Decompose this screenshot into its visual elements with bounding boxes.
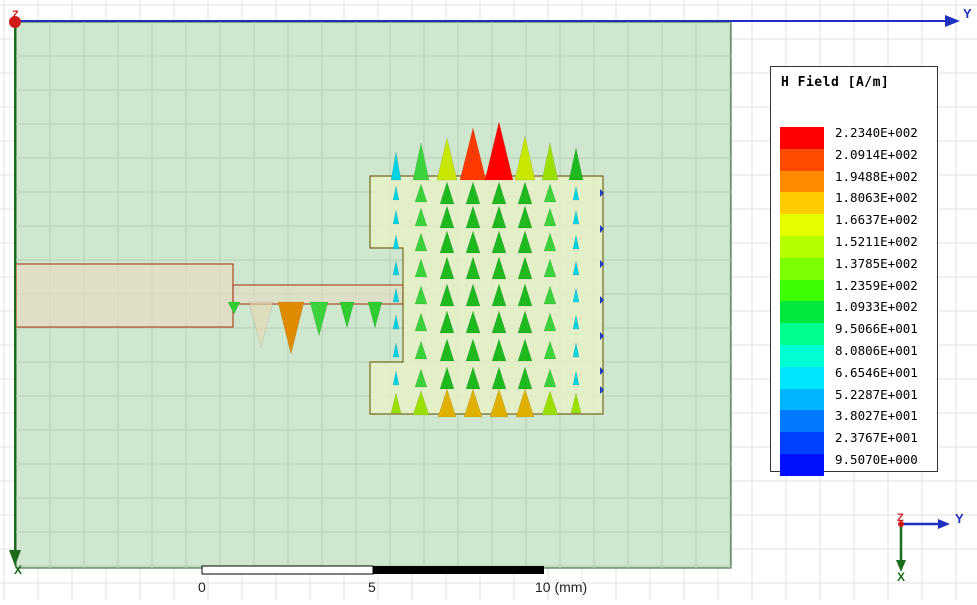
scale-label-0: 0 <box>198 579 206 595</box>
z-axis-label: Z <box>12 9 19 21</box>
legend-swatch <box>780 454 824 476</box>
legend-swatch <box>780 323 824 346</box>
y-axis-label: Y <box>963 6 972 21</box>
legend-swatch <box>780 236 824 258</box>
color-legend: H Field [A/m] 2.2340E+002 2.0914E+002 1.94… <box>770 66 938 476</box>
legend-title: H Field [A/m] <box>781 75 890 90</box>
legend-swatch <box>780 366 824 389</box>
legend-swatch <box>780 170 824 193</box>
legend-value-label: 9.5070E+000 <box>835 452 918 467</box>
feedline-narrow <box>232 284 404 305</box>
legend-swatch <box>780 214 824 237</box>
scale-bar-white <box>201 565 374 575</box>
legend-swatch <box>780 257 824 280</box>
legend-swatch <box>780 192 824 215</box>
legend-value-label: 1.2359E+002 <box>835 277 918 293</box>
legend-value-label: 3.8027E+001 <box>835 408 918 424</box>
legend-swatch <box>780 279 824 302</box>
triad-x-label: X <box>897 570 905 584</box>
legend-swatch <box>780 148 824 171</box>
field-plot-viewport[interactable]: Y X Z Y X Z 0 5 10 (mm) H Field [A/m] 2.… <box>0 0 977 600</box>
legend-value-label: 1.3785E+002 <box>835 255 918 271</box>
legend-swatch <box>780 345 824 367</box>
y-axis-arrowhead <box>945 15 960 27</box>
legend-swatch <box>780 410 824 433</box>
triad-y-label: Y <box>955 511 964 526</box>
feedline-wide <box>15 263 234 328</box>
legend-value-label: 6.6546E+001 <box>835 364 918 380</box>
legend-value-label: 1.0933E+002 <box>835 299 918 315</box>
legend-value-label: 1.6637E+002 <box>835 212 918 228</box>
legend-value-label: 1.5211E+002 <box>835 234 918 249</box>
legend-value-label: 2.0914E+002 <box>835 146 918 162</box>
axis-triad: Y X Z <box>896 511 964 584</box>
legend-value-label: 2.2340E+002 <box>835 125 918 140</box>
patch <box>369 175 604 415</box>
legend-value-label: 8.0806E+001 <box>835 343 918 358</box>
scale-label-10mm: 10 (mm) <box>535 579 588 595</box>
scale-bar-black <box>373 566 544 574</box>
triad-z-label: Z <box>897 512 904 524</box>
legend-swatch <box>780 388 824 411</box>
x-axis-label: X <box>14 563 22 577</box>
legend-swatch <box>780 301 824 324</box>
legend-swatch <box>780 432 824 455</box>
legend-value-label: 2.3767E+001 <box>835 430 918 446</box>
legend-value-label: 1.8063E+002 <box>835 190 918 206</box>
scale-label-5: 5 <box>368 579 376 595</box>
legend-swatch <box>780 127 824 149</box>
legend-value-label: 9.5066E+001 <box>835 321 918 337</box>
legend-value-label: 5.2287E+001 <box>835 386 918 402</box>
legend-value-label: 1.9488E+002 <box>835 168 918 184</box>
